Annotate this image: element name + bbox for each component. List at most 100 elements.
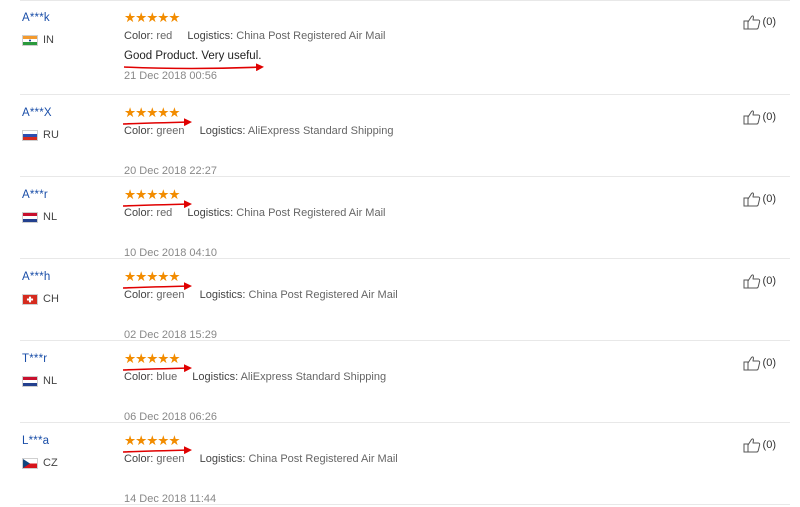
india-flag-icon	[22, 34, 38, 46]
reviewer-name[interactable]: A***h	[22, 270, 59, 284]
czech-flag-icon	[22, 457, 38, 469]
reviewer-name[interactable]: A***X	[22, 106, 59, 120]
order-attributes: Color: red Logistics: China Post Registe…	[124, 206, 724, 220]
review-item: A***r NL ★★★★★ Color: red Logistics: Chi…	[20, 177, 790, 259]
thumbs-up-icon	[743, 438, 760, 453]
color-value: green	[156, 453, 185, 465]
color-value: blue	[156, 371, 178, 383]
helpful-count: (0)	[762, 357, 776, 369]
logistics-value: AliExpress Standard Shipping	[247, 125, 394, 137]
russia-flag-icon	[22, 129, 38, 141]
reviewer-info: T***r NL	[22, 352, 57, 387]
netherlands-flag-icon	[22, 211, 38, 223]
helpful-button[interactable]: (0)	[743, 437, 776, 453]
color-label: Color:	[124, 453, 154, 465]
rating-stars: ★★★★★	[124, 187, 181, 202]
review-content: ★★★★★ Color: green Logistics: China Post…	[124, 434, 724, 506]
helpful-button[interactable]: (0)	[743, 273, 776, 289]
reviewer-name[interactable]: A***r	[22, 188, 57, 202]
review-item: A***X RU ★★★★★ Color: green Logistics: A…	[20, 95, 790, 177]
logistics-label: Logistics:	[199, 125, 246, 137]
reviewer-info: A***k IN	[22, 11, 54, 46]
helpful-count: (0)	[762, 16, 776, 28]
review-text: Good Product. Very useful.	[124, 50, 262, 62]
reviewer-country: IN	[22, 34, 54, 46]
reviewer-info: A***r NL	[22, 188, 57, 223]
review-content: ★★★★★ Color: red Logistics: China Post R…	[124, 11, 724, 83]
rating-stars: ★★★★★	[124, 105, 181, 120]
helpful-count: (0)	[762, 439, 776, 451]
review-date: 10 Dec 2018 04:10	[124, 247, 217, 259]
logistics-value: AliExpress Standard Shipping	[240, 371, 387, 383]
order-attributes: Color: red Logistics: China Post Registe…	[124, 29, 724, 43]
logistics-label: Logistics:	[187, 207, 234, 219]
country-code: RU	[43, 129, 59, 141]
rating-stars: ★★★★★	[124, 269, 181, 284]
review-date: 20 Dec 2018 22:27	[124, 165, 217, 177]
review-date: 02 Dec 2018 15:29	[124, 329, 217, 341]
country-code: IN	[43, 34, 54, 46]
reviewer-name[interactable]: L***a	[22, 434, 58, 448]
reviewer-info: A***X RU	[22, 106, 59, 141]
order-attributes: Color: green Logistics: China Post Regis…	[124, 288, 724, 302]
reviewer-name[interactable]: T***r	[22, 352, 57, 366]
rating-stars: ★★★★★	[124, 433, 181, 448]
thumbs-up-icon	[743, 274, 760, 289]
color-label: Color:	[124, 207, 154, 219]
reviewer-country: NL	[22, 375, 57, 387]
reviewer-info: A***h CH	[22, 270, 59, 305]
review-content: ★★★★★ Color: red Logistics: China Post R…	[124, 188, 724, 260]
review-item: L***a CZ ★★★★★ Color: green Logistics: C…	[20, 423, 790, 505]
review-date: 06 Dec 2018 06:26	[124, 411, 217, 423]
logistics-value: China Post Registered Air Mail	[236, 207, 386, 219]
review-date: 14 Dec 2018 11:44	[124, 493, 217, 505]
rating-stars: ★★★★★	[124, 351, 181, 366]
review-item: T***r NL ★★★★★ Color: blue Logistics: Al…	[20, 341, 790, 423]
logistics-label: Logistics:	[199, 289, 246, 301]
logistics-value: China Post Registered Air Mail	[248, 453, 398, 465]
color-value: green	[156, 125, 185, 137]
color-label: Color:	[124, 371, 154, 383]
color-value: green	[156, 289, 185, 301]
country-code: CH	[43, 293, 59, 305]
logistics-value: China Post Registered Air Mail	[248, 289, 398, 301]
reviewer-country: CZ	[22, 457, 58, 469]
logistics-label: Logistics:	[187, 30, 234, 42]
helpful-button[interactable]: (0)	[743, 355, 776, 371]
color-label: Color:	[124, 125, 154, 137]
helpful-button[interactable]: (0)	[743, 109, 776, 125]
helpful-button[interactable]: (0)	[743, 14, 776, 30]
country-code: CZ	[43, 457, 58, 469]
order-attributes: Color: blue Logistics: AliExpress Standa…	[124, 370, 724, 384]
review-content: ★★★★★ Color: green Logistics: China Post…	[124, 270, 724, 342]
order-attributes: Color: green Logistics: AliExpress Stand…	[124, 124, 724, 138]
review-content: ★★★★★ Color: green Logistics: AliExpress…	[124, 106, 724, 178]
logistics-label: Logistics:	[199, 453, 246, 465]
helpful-count: (0)	[762, 275, 776, 287]
logistics-label: Logistics:	[192, 371, 239, 383]
logistics-value: China Post Registered Air Mail	[236, 30, 386, 42]
thumbs-up-icon	[743, 15, 760, 30]
thumbs-up-icon	[743, 110, 760, 125]
thumbs-up-icon	[743, 356, 760, 371]
helpful-button[interactable]: (0)	[743, 191, 776, 207]
netherlands-flag-icon	[22, 375, 38, 387]
rating-stars: ★★★★★	[124, 10, 181, 25]
reviewer-name[interactable]: A***k	[22, 11, 54, 25]
color-label: Color:	[124, 30, 154, 42]
switzerland-flag-icon	[22, 293, 38, 305]
helpful-count: (0)	[762, 193, 776, 205]
color-value: red	[156, 30, 173, 42]
reviewer-info: L***a CZ	[22, 434, 58, 469]
thumbs-up-icon	[743, 192, 760, 207]
country-code: NL	[43, 211, 58, 223]
review-item: A***h CH ★★★★★ Color: green Logistics: C…	[20, 259, 790, 341]
review-content: ★★★★★ Color: blue Logistics: AliExpress …	[124, 352, 724, 424]
color-label: Color:	[124, 289, 154, 301]
country-code: NL	[43, 375, 58, 387]
reviewer-country: NL	[22, 211, 57, 223]
reviewer-country: RU	[22, 129, 59, 141]
review-date: 21 Dec 2018 00:56	[124, 70, 217, 82]
helpful-count: (0)	[762, 111, 776, 123]
review-item: A***k IN ★★★★★ Color: red Logistics: Chi…	[20, 0, 790, 95]
